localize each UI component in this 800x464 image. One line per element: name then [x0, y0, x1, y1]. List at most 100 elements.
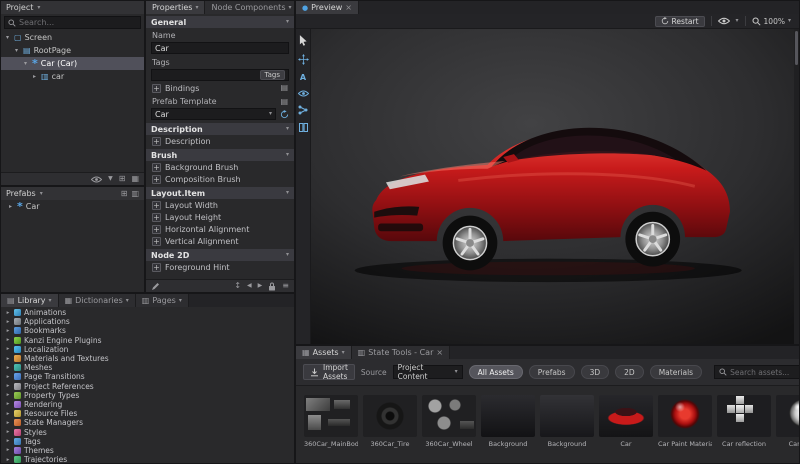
chevron-right-icon[interactable]: ▸ — [31, 73, 38, 80]
sort-icon[interactable]: ↕ — [234, 282, 241, 290]
chevron-right-icon[interactable]: ▸ — [5, 411, 11, 417]
visibility-eye-icon[interactable] — [718, 17, 730, 25]
chevron-right-icon[interactable]: ▸ — [5, 337, 11, 343]
add-description-row[interactable]: + Description — [146, 135, 294, 147]
chevron-down-icon[interactable]: ▾ — [4, 34, 11, 41]
chevron-down-icon[interactable]: ▾ — [286, 252, 289, 258]
checker-view-icon[interactable]: ▦ — [131, 175, 139, 183]
tab-dictionaries[interactable]: ▦ Dictionaries ▾ — [59, 294, 136, 307]
plus-icon[interactable]: + — [152, 201, 161, 210]
zoom-control[interactable]: 100% ▾ — [752, 17, 791, 26]
source-dropdown[interactable]: Project Content ▾ — [393, 365, 463, 379]
add-horizontal-alignment-row[interactable]: + Horizontal Alignment — [146, 223, 294, 235]
filter-3d[interactable]: 3D — [581, 365, 610, 379]
library-item[interactable]: ▸Bookmarks — [1, 326, 294, 335]
template-sheet-icon[interactable]: ▤ — [280, 98, 288, 106]
chevron-down-icon[interactable]: ▾ — [179, 298, 182, 304]
chevron-down-icon[interactable]: ▾ — [195, 5, 198, 11]
add-vertical-alignment-row[interactable]: + Vertical Alignment — [146, 235, 294, 247]
menu-icon[interactable]: ≡ — [282, 282, 289, 290]
chevron-right-icon[interactable]: ▸ — [5, 356, 11, 362]
prefabs-panel-header[interactable]: Prefabs ▾ ⊞ ▥ — [1, 187, 144, 200]
add-composition-brush-row[interactable]: + Composition Brush — [146, 173, 294, 185]
plus-icon[interactable]: + — [152, 237, 161, 246]
assets-search-input[interactable] — [730, 368, 800, 377]
library-item[interactable]: ▸Resource Files — [1, 409, 294, 418]
asset-thumbnail[interactable] — [717, 395, 771, 437]
chevron-down-icon[interactable]: ▾ — [286, 190, 289, 196]
text-tool-icon[interactable]: A — [300, 73, 306, 82]
plus-icon[interactable]: + — [152, 175, 161, 184]
library-item[interactable]: ▸Applications — [1, 317, 294, 326]
asset-thumbnail[interactable] — [422, 395, 476, 437]
add-layout-width-row[interactable]: + Layout Width — [146, 199, 294, 211]
asset-thumbnail[interactable] — [658, 395, 712, 437]
tags-button[interactable]: Tags — [260, 70, 286, 80]
chevron-down-icon[interactable]: ▾ — [286, 126, 289, 132]
library-item[interactable]: ▸Kanzi Engine Plugins — [1, 336, 294, 345]
import-assets-button[interactable]: Import Assets — [303, 364, 355, 380]
asset-item[interactable]: 360Car_Tire — [363, 395, 417, 463]
tree-item-car[interactable]: ▾ * Car (Car) — [1, 57, 144, 70]
chevron-down-icon[interactable]: ▾ — [40, 191, 43, 197]
select-cursor-icon[interactable] — [299, 35, 308, 46]
chevron-right-icon[interactable]: ▸ — [5, 383, 11, 389]
preview-viewport[interactable] — [311, 29, 799, 344]
section-general[interactable]: General ▾ — [146, 16, 294, 28]
tab-library[interactable]: ▤ Library ▾ — [1, 294, 59, 307]
tree-item-car-group[interactable]: ▸ ▥ car — [1, 70, 144, 83]
filter-prefabs[interactable]: Prefabs — [529, 365, 575, 379]
library-item[interactable]: ▸Tags — [1, 437, 294, 446]
tab-assets[interactable]: ▦ Assets ▾ — [296, 346, 352, 359]
list-view-icon[interactable]: ▥ — [131, 190, 139, 198]
chevron-down-icon[interactable]: ▾ — [736, 18, 739, 24]
project-search[interactable] — [4, 16, 141, 29]
grid-view-icon[interactable]: ⊞ — [121, 190, 128, 198]
filter-materials[interactable]: Materials — [650, 365, 702, 379]
tree-item-rootpage[interactable]: ▾ ▤ RootPage — [1, 44, 144, 57]
refresh-icon[interactable] — [280, 110, 289, 119]
section-description[interactable]: Description ▾ — [146, 123, 294, 135]
filter-icon[interactable]: ▼ — [108, 176, 113, 182]
chevron-right-icon[interactable]: ▸ — [5, 438, 11, 444]
chevron-right-icon[interactable]: ▸ — [7, 203, 14, 210]
asset-item[interactable]: Car Paint Material — [658, 395, 712, 463]
chevron-right-icon[interactable]: ▸ — [5, 310, 11, 316]
plus-icon[interactable]: + — [152, 84, 161, 93]
chevron-down-icon[interactable]: ▾ — [13, 47, 20, 54]
section-layout-item[interactable]: Layout.Item ▾ — [146, 187, 294, 199]
chevron-down-icon[interactable]: ▾ — [788, 18, 791, 24]
chevron-right-icon[interactable]: ▸ — [5, 365, 11, 371]
chevron-down-icon[interactable]: ▾ — [49, 298, 52, 304]
plus-icon[interactable]: + — [152, 225, 161, 234]
chevron-right-icon[interactable]: ▸ — [5, 346, 11, 352]
chevron-right-icon[interactable]: ▸ — [5, 319, 11, 325]
chevron-down-icon[interactable]: ▾ — [286, 19, 289, 25]
section-brush[interactable]: Brush ▾ — [146, 149, 294, 161]
asset-thumbnail[interactable] — [304, 395, 358, 437]
add-background-brush-row[interactable]: + Background Brush — [146, 161, 294, 173]
project-panel-header[interactable]: Project ▾ — [1, 1, 144, 14]
tab-pages[interactable]: ▥ Pages ▾ — [136, 294, 189, 307]
asset-item[interactable]: Car — [599, 395, 653, 463]
grid-view-icon[interactable]: ⊞ — [119, 175, 126, 183]
previous-icon[interactable]: ◀ — [247, 283, 252, 289]
chevron-right-icon[interactable]: ▸ — [5, 401, 11, 407]
tree-item-screen[interactable]: ▾ ▢ Screen — [1, 31, 144, 44]
library-item[interactable]: ▸Meshes — [1, 363, 294, 372]
add-layout-height-row[interactable]: + Layout Height — [146, 211, 294, 223]
close-icon[interactable]: × — [345, 4, 352, 12]
plus-icon[interactable]: + — [152, 213, 161, 222]
add-bindings-row[interactable]: + Bindings ▤ — [146, 82, 294, 94]
library-item[interactable]: ▸Localization — [1, 345, 294, 354]
library-item[interactable]: ▸Animations — [1, 308, 294, 317]
library-item[interactable]: ▸Styles — [1, 427, 294, 436]
chevron-right-icon[interactable]: ▸ — [5, 392, 11, 398]
tab-state-tools[interactable]: ▥ State Tools - Car × — [352, 346, 450, 359]
plus-icon[interactable]: + — [152, 137, 161, 146]
library-item[interactable]: ▸Rendering — [1, 400, 294, 409]
chevron-right-icon[interactable]: ▸ — [5, 447, 11, 453]
preview-scrollbar[interactable] — [794, 29, 799, 344]
tab-properties[interactable]: Properties ▾ — [146, 1, 205, 14]
assets-search[interactable]: ▾ — [714, 365, 800, 379]
